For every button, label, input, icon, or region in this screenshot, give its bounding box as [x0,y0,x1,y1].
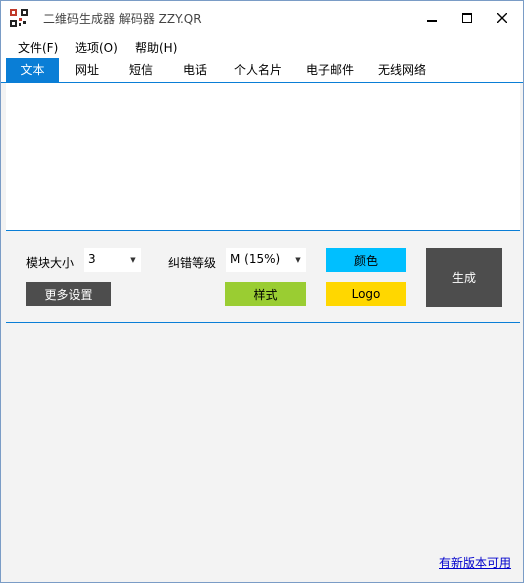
more-settings-button[interactable]: 更多设置 [26,282,111,306]
error-level-select[interactable]: M (15%) ▼ [226,248,306,272]
minimize-button[interactable] [415,1,449,34]
module-size-value: 3 [88,252,96,266]
maximize-icon [462,12,472,23]
minimize-icon [427,19,437,22]
update-available-link[interactable]: 有新版本可用 [439,554,511,571]
module-size-select[interactable]: 3 ▼ [84,248,141,272]
title-bar: 二维码生成器 解码器 ZZY.QR [1,1,523,34]
app-window: 二维码生成器 解码器 ZZY.QR 文件(F) 选项(O) 帮助(H) 文本 网… [0,0,524,583]
window-title: 二维码生成器 解码器 ZZY.QR [43,12,202,26]
tab-text[interactable]: 文本 [6,58,59,82]
module-size-label: 模块大小 [26,256,75,270]
settings-panel: 模块大小 3 ▼ 纠错等级 M (15%) ▼ 颜色 生成 更多设置 样式 Lo… [6,232,520,323]
menu-help[interactable]: 帮助(H) [135,39,177,56]
arrow-down-icon: ▼ [295,256,301,264]
tab-url[interactable]: 网址 [63,58,111,82]
maximize-button[interactable] [450,1,484,34]
tab-wifi[interactable]: 无线网络 [371,58,433,82]
close-icon [497,12,507,23]
tab-email[interactable]: 电子邮件 [299,58,361,82]
close-button[interactable] [485,1,519,34]
tab-vcard[interactable]: 个人名片 [227,58,289,82]
arrow-down-icon: ▼ [130,256,136,264]
style-button[interactable]: 样式 [225,282,306,306]
logo-button[interactable]: Logo [326,282,406,306]
error-level-value: M (15%) [230,252,281,266]
text-input-area[interactable] [6,83,520,231]
generate-button[interactable]: 生成 [426,248,502,307]
menu-bar: 文件(F) 选项(O) 帮助(H) [1,34,523,58]
tab-bar: 文本 网址 短信 电话 个人名片 电子邮件 无线网络 [1,58,523,83]
menu-file[interactable]: 文件(F) [18,39,58,56]
tab-phone[interactable]: 电话 [171,58,219,82]
qr-app-icon [10,9,28,27]
error-level-label: 纠错等级 [168,256,217,270]
color-button[interactable]: 颜色 [326,248,406,272]
tab-sms[interactable]: 短信 [117,58,165,82]
menu-options[interactable]: 选项(O) [75,39,118,56]
